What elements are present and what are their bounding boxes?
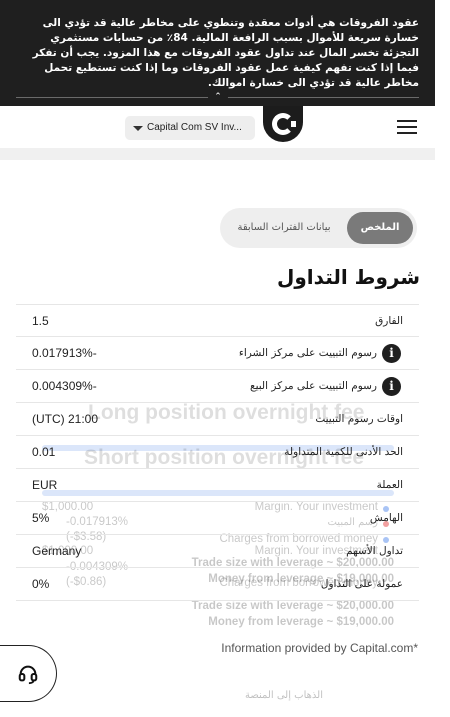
table-row-margin: 5% الهامش bbox=[16, 502, 419, 535]
header-shadow-band bbox=[0, 148, 435, 160]
section-title: شروط التداول bbox=[277, 265, 420, 289]
risk-warning-text: عقود الفروقات هي أدوات معقدة وتنطوي على … bbox=[32, 17, 419, 89]
row-label: رسوم التبييت على مركز البيع bbox=[250, 380, 377, 392]
row-label: الفارق bbox=[375, 315, 403, 327]
entity-selector-label: Capital Com SV Inv... bbox=[147, 122, 242, 133]
period-tabs: بيانات الفترات السابقة الملخص bbox=[220, 208, 417, 248]
short-money-from-leverage: Money from leverage ~ $19,000.00 bbox=[208, 616, 394, 628]
row-label: عمولة على التداول bbox=[320, 578, 403, 590]
row-value: (UTC) 21:00 bbox=[32, 412, 99, 426]
row-label: رسوم التبييت على مركز الشراء bbox=[238, 347, 377, 359]
info-icon[interactable]: i bbox=[382, 377, 401, 396]
source-note: Information provided by Capital.com* bbox=[221, 641, 418, 655]
row-value: 0.01 bbox=[32, 445, 56, 459]
chevron-down-icon bbox=[133, 126, 143, 131]
table-row-currency: EUR العملة bbox=[16, 469, 419, 502]
table-row-long-overnight-fee: 0.017913%- رسوم التبييت على مركز الشراء … bbox=[16, 337, 419, 370]
table-row-commission: 0% عمولة على التداول bbox=[16, 568, 419, 601]
site-header: Capital Com SV Inv... bbox=[0, 106, 435, 148]
trading-conditions-table: 1.5 الفارق 0.017913%- رسوم التبييت على م… bbox=[16, 304, 419, 601]
table-row-short-overnight-fee: 0.004309%- رسوم التبييت على مركز البيع i bbox=[16, 370, 419, 403]
headset-icon bbox=[18, 665, 38, 684]
risk-warning-banner: عقود الفروقات هي أدوات معقدة وتنطوي على … bbox=[0, 0, 435, 106]
table-row-overnight-fee-time: (UTC) 21:00 اوقات رسوم التبييت bbox=[16, 403, 419, 436]
row-value: EUR bbox=[32, 478, 58, 492]
collapse-chevron-icon[interactable]: ⌃ bbox=[208, 88, 228, 106]
hamburger-menu-icon[interactable] bbox=[397, 120, 417, 134]
short-trade-size: Trade size with leverage ~ $20,000.00 bbox=[191, 600, 394, 612]
info-icon[interactable]: i bbox=[382, 344, 401, 363]
row-label: العملة bbox=[376, 479, 403, 491]
row-value: 0.017913%- bbox=[32, 346, 97, 360]
support-button[interactable] bbox=[0, 645, 57, 702]
row-label: الهامش bbox=[369, 512, 403, 524]
row-value: 0.004309%- bbox=[32, 379, 97, 393]
row-value: 1.5 bbox=[32, 314, 49, 328]
row-label: الحد الأدنى للكمية المتداولة bbox=[284, 446, 403, 458]
tab-summary[interactable]: الملخص bbox=[347, 212, 413, 244]
tab-historical-data[interactable]: بيانات الفترات السابقة bbox=[228, 212, 340, 244]
row-value: 0% bbox=[32, 577, 50, 591]
capital-com-logo-icon[interactable] bbox=[263, 106, 303, 142]
row-value: 5% bbox=[32, 511, 50, 525]
row-value: Germany bbox=[32, 544, 82, 558]
table-row-spread: 1.5 الفارق bbox=[16, 304, 419, 337]
go-to-platform-button[interactable]: الذهاب إلى المنصة bbox=[245, 690, 323, 701]
table-row-stock-exchange: Germany تداول الأسهم bbox=[16, 535, 419, 568]
row-label: تداول الأسهم bbox=[346, 545, 403, 557]
entity-selector[interactable]: Capital Com SV Inv... bbox=[125, 116, 255, 140]
table-row-min-quantity: 0.01 الحد الأدنى للكمية المتداولة bbox=[16, 436, 419, 469]
row-label: اوقات رسوم التبييت bbox=[315, 413, 403, 425]
